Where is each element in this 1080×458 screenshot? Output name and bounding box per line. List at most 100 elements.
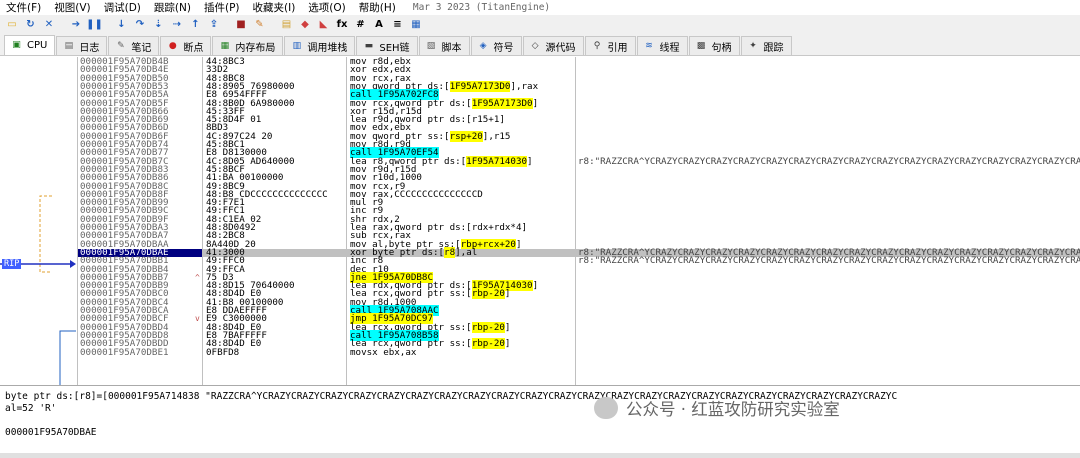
patch-icon[interactable]: ✎ [252,18,268,33]
notes-icon: ✎ [117,40,125,51]
row-disassembly: xor byte ptr ds:[r8],al [350,246,478,258]
strings-icon[interactable]: ≡ [390,18,406,33]
trace-icon: ✦ [749,40,757,51]
bookmark-icon[interactable]: ◣ [316,18,332,33]
toolbar-separator [225,18,231,33]
comment-icon[interactable]: ▤ [279,18,295,33]
jump-direction-marker: ^ [195,272,200,282]
watermark-text: 公众号 · 红蓝攻防研究实验室 [626,400,840,419]
tab-cpu[interactable]: ▣ CPU [4,35,56,55]
row-address: 000001F95A70DBE1 [80,346,169,358]
row-disassembly: movsx ebx,ax [350,346,417,358]
handle-icon: ▩ [696,40,706,51]
tab-label: CPU [27,40,48,51]
tab-label: 引用 [607,42,628,54]
tab-callstack[interactable]: ▥ 调用堆栈 [284,36,356,55]
tab-label: 内存布局 [235,42,276,54]
toolbar-separator [60,18,66,33]
status-bar [0,453,1080,458]
tab-label: 调用堆栈 [307,42,348,54]
close-icon[interactable]: ✕ [41,18,57,33]
toolbar-separator [270,18,276,33]
tab-label: 笔记 [131,42,152,54]
jump-gutter: RIP [0,57,78,385]
calc-icon[interactable]: ▦ [408,18,424,33]
menu-item-4[interactable]: 插件(P) [204,0,240,15]
execute-till-return-icon[interactable]: ↑ [188,18,204,33]
menu-bar: 文件(F) 视图(V) 调试(D) 跟踪(N) 插件(P) 收藏夹(I) 选项(O) 帮助(H… [0,0,1080,15]
watermark: 公众号 · 红蓝攻防研究实验室 [594,396,840,420]
tab-label: 断点 [183,42,204,54]
tab-thread[interactable]: ≋ 线程 [636,36,688,55]
menu-item-7[interactable]: 帮助(H) [359,0,396,15]
tab-reference[interactable]: ⚲ 引用 [584,36,636,55]
instruction-row[interactable]: 000001F95A70DBE1 0FBFD8 movsx ebx,ax [78,346,1080,358]
tab-label: 符号 [493,42,514,54]
menu-item-2[interactable]: 调试(D) [104,0,141,15]
menu-item-1[interactable]: 视图(V) [54,0,90,15]
tab-label: 日志 [79,42,100,54]
tab-seh[interactable]: ▬ SEH链 [356,36,418,55]
thread-icon: ≋ [645,40,653,51]
disassembly-pane[interactable]: RIP 000001F95A70DB4B 44:8BC3 mov r8d,ebx 00… [0,57,1080,386]
tab-bar: ▣ CPU ▤ 日志 ✎ 笔记 ● 断点 ▦ 内存布局 ▥ 调用堆栈 ▬ SEH链 ▧ 脚本 ◈ 符号 ◇ 源代码 ⚲ 引… [0,35,1080,56]
window-title: Mar 3 2023 (TitanEngine) [412,2,551,13]
open-icon[interactable]: ▭ [4,18,20,33]
tab-trace[interactable]: ✦ 跟踪 [740,36,792,55]
instruction-row[interactable]: 000001F95A70DB69 45:8D4F 01 lea r9d,qword … [78,115,1080,125]
row-disassembly: mov rax,CCCCCCCCCCCCCCCD [350,188,483,200]
step-into-icon[interactable]: ↓ [114,18,130,33]
tab-breakpoint[interactable]: ● 断点 [160,36,212,55]
tab-memory[interactable]: ▦ 内存布局 [212,36,284,55]
symbol-icon: ◈ [479,40,487,51]
pause-icon[interactable]: ❚❚ [86,18,103,33]
script-icon: ▧ [426,40,436,51]
tab-label: 源代码 [545,42,576,54]
run-to-user-code-icon[interactable]: ⇪ [206,18,222,33]
tab-script[interactable]: ▧ 脚本 [418,36,470,55]
tab-symbol[interactable]: ◈ 符号 [470,36,522,55]
menu-item-6[interactable]: 选项(O) [308,0,345,15]
rip-label: RIP [2,259,22,269]
memory-icon: ▦ [220,40,230,51]
menu-item-5[interactable]: 收藏夹(I) [253,0,296,15]
tab-log[interactable]: ▤ 日志 [56,36,108,55]
hash-icon[interactable]: # [353,18,369,33]
trace-into-icon[interactable]: ⇣ [151,18,167,33]
branch-arrows [0,195,76,385]
info-line-3: 000001F95A70DBAE [5,427,97,438]
wechat-logo-icon [594,397,618,419]
toolbar: ▭ ↻ ✕ ➔ ❚❚ ↓ ↷ ⇣ ⇢ ↑ ⇪ ■ ✎ ▤ ◆ ◣ fx # A ≡ ▦ [0,15,1080,35]
row-bytes: 0FBFD8 [206,346,240,358]
tab-handle[interactable]: ▩ 句柄 [688,36,740,55]
run-icon[interactable]: ➔ [68,18,84,33]
source-icon: ◇ [531,40,539,51]
cpu-icon: ▣ [12,40,21,50]
function-icon[interactable]: fx [334,18,350,33]
breakpoint-icon: ● [168,40,177,51]
menu-item-3[interactable]: 跟踪(N) [154,0,191,15]
menu-item-0[interactable]: 文件(F) [6,0,41,15]
trace-over-icon[interactable]: ⇢ [169,18,185,33]
tab-notes[interactable]: ✎ 笔记 [108,36,160,55]
instruction-list[interactable]: 000001F95A70DB4B 44:8BC3 mov r8d,ebx 000001… [78,57,1080,385]
seh-icon: ▬ [364,40,374,51]
tab-label: 线程 [659,42,680,54]
callstack-icon: ▥ [292,40,302,51]
info-line-2: al=52 'R' [5,403,57,414]
instruction-row[interactable]: 000001F95A70DB4B 44:8BC3 mov r8d,ebx [78,57,1080,66]
row-disassembly: mul r9 [350,197,384,209]
row-comment: r8:"RAZZCRA^YCRAZYCRAZYCRAZYCRAZYCRAZYCR… [578,255,1080,267]
label-icon[interactable]: ◆ [297,18,313,33]
row-comment: r8:"RAZZCRA^YCRAZYCRAZYCRAZYCRAZYCRAZYCR… [578,155,1080,167]
scylla-icon[interactable]: ■ [233,18,249,33]
restart-icon[interactable]: ↻ [23,18,39,33]
tab-label: 脚本 [441,42,462,54]
toolbar-separator [105,18,111,33]
log-icon: ▤ [64,40,74,51]
font-icon[interactable]: A [371,18,387,33]
reference-icon: ⚲ [593,40,601,51]
tab-source[interactable]: ◇ 源代码 [522,36,584,55]
tab-label: 句柄 [711,42,732,54]
step-over-icon[interactable]: ↷ [132,18,148,33]
